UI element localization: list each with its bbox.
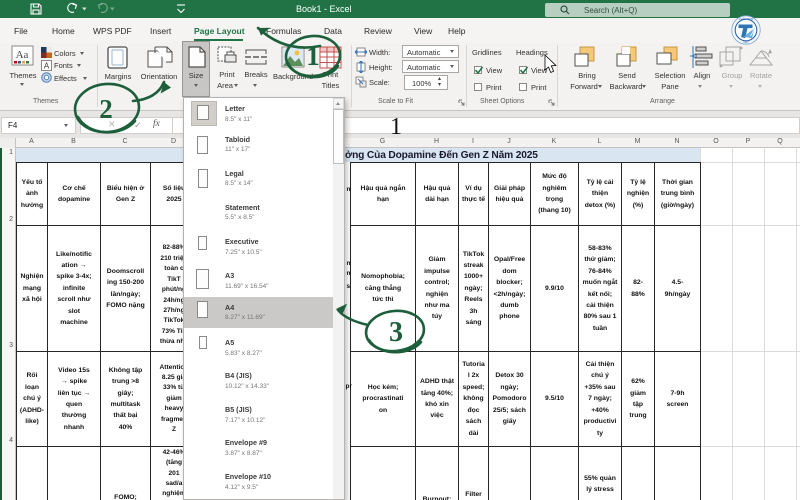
svg-text:1: 1 [306, 41, 320, 71]
svg-text:2: 2 [99, 94, 113, 124]
svg-text:1: 1 [390, 114, 402, 140]
svg-text:3: 3 [389, 317, 403, 348]
